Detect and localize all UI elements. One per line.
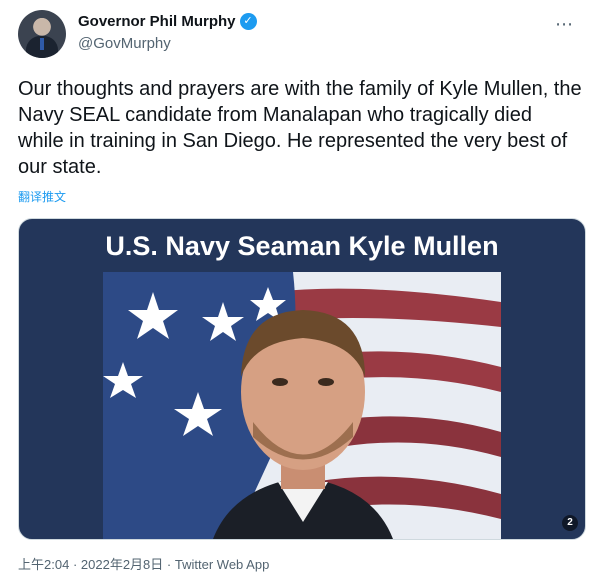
avatar[interactable]	[18, 10, 66, 58]
tweet-date[interactable]: 2022年2月8日	[81, 557, 163, 572]
tweet-meta: 上午2:04 · 2022年2月8日 · Twitter Web App	[18, 554, 269, 573]
avatar-tie	[40, 38, 44, 50]
tweet-header: Governor Phil Murphy ✓ @GovMurphy ⋯	[18, 10, 578, 60]
tweet-source: Twitter Web App	[174, 557, 270, 572]
name-row: Governor Phil Murphy ✓	[78, 13, 257, 30]
display-name[interactable]: Governor Phil Murphy	[78, 13, 236, 30]
translate-link[interactable]: 翻译推文	[18, 188, 66, 205]
tweet-time[interactable]: 上午2:04	[18, 557, 69, 572]
flag-portrait-illustration	[103, 272, 501, 539]
verified-badge-icon: ✓	[239, 13, 257, 30]
meta-separator: ·	[166, 557, 172, 572]
tweet-text: Our thoughts and prayers are with the fa…	[18, 78, 582, 178]
media-count-badge: 2	[562, 515, 578, 531]
handle[interactable]: @GovMurphy	[78, 35, 171, 52]
meta-separator: ·	[72, 557, 78, 572]
portrait-photo	[103, 272, 501, 539]
tweet-media[interactable]: U.S. Navy Seaman Kyle Mullen 2	[18, 218, 586, 540]
more-icon[interactable]: ⋯	[555, 14, 574, 35]
media-title: U.S. Navy Seaman Kyle Mullen	[105, 231, 499, 261]
